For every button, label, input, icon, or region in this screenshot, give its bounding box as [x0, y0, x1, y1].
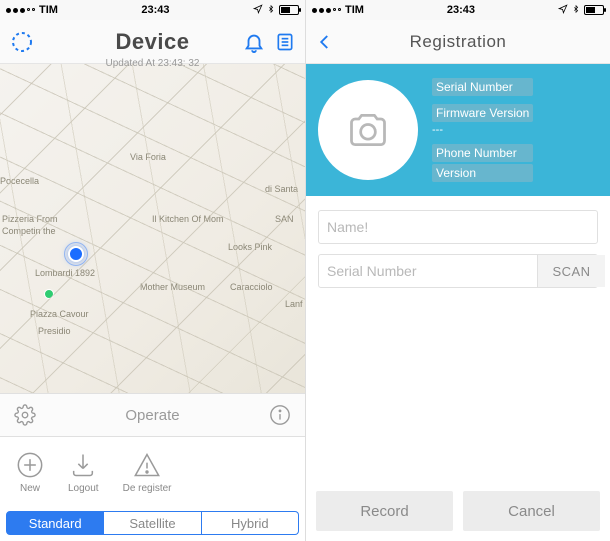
segment-hybrid[interactable]: Hybrid [202, 511, 299, 535]
bell-icon[interactable] [243, 31, 265, 53]
registration-header: Serial Number Firmware Version --- Phone… [306, 64, 610, 196]
device-photo-button[interactable] [318, 80, 418, 180]
list-icon[interactable] [275, 31, 295, 53]
footer-buttons: Record Cancel [306, 481, 610, 541]
current-location-dot-icon [68, 246, 84, 262]
logout-label: Logout [68, 483, 99, 494]
status-bar: TIM 23:43 [0, 0, 305, 20]
firmware-version-label: Firmware Version [432, 104, 533, 122]
version-label: Version [432, 164, 533, 182]
battery-icon [584, 5, 604, 15]
cancel-button[interactable]: Cancel [463, 491, 600, 531]
phone-number-label: Phone Number [432, 144, 533, 162]
map-label: Lanf [285, 299, 303, 309]
download-icon [69, 451, 97, 479]
scan-button[interactable]: SCAN [537, 255, 605, 287]
battery-icon [279, 5, 299, 15]
map-label: Piazza Cavour [30, 309, 89, 319]
map-label: Via Foria [130, 152, 166, 162]
map-type-segmented: Standard Satellite Hybrid [0, 507, 305, 541]
camera-icon [346, 108, 390, 152]
serial-input[interactable] [327, 263, 537, 279]
map-label: Mother Museum [140, 282, 205, 292]
serial-number-label: Serial Number [432, 78, 533, 96]
nav-bar: Registration [306, 20, 610, 64]
bluetooth-icon [572, 3, 580, 18]
bottom-actions: New Logout De register [0, 437, 305, 507]
deregister-button[interactable]: De register [123, 451, 172, 494]
plus-circle-icon [16, 451, 44, 479]
operate-bar: Operate [0, 393, 305, 437]
refresh-icon[interactable] [10, 30, 34, 54]
logout-button[interactable]: Logout [68, 451, 99, 494]
page-title: Registration [306, 32, 610, 52]
registration-form: SCAN [306, 196, 610, 302]
map-label: Caracciolo [230, 282, 273, 292]
map-label: Lombardi 1892 [35, 268, 95, 278]
name-field[interactable] [318, 210, 598, 244]
signal-dots-icon [312, 8, 341, 13]
carrier-label: TIM [345, 4, 364, 16]
map-label: SAN [275, 214, 294, 224]
info-icon[interactable] [269, 404, 291, 426]
gear-icon[interactable] [14, 404, 36, 426]
location-arrow-icon [558, 4, 568, 17]
deregister-label: De register [123, 483, 172, 494]
map-label: Pizzeria From [2, 214, 58, 224]
bluetooth-icon [267, 3, 275, 18]
device-screen: TIM 23:43 Device Updated At 23:43: 32 [0, 0, 305, 541]
record-button[interactable]: Record [316, 491, 453, 531]
status-time: 23:43 [141, 4, 169, 16]
carrier-label: TIM [39, 4, 58, 16]
warning-triangle-icon [133, 451, 161, 479]
serial-field[interactable]: SCAN [318, 254, 598, 288]
firmware-version-value: --- [432, 124, 533, 136]
map-label: di Santa [265, 184, 298, 194]
map-label: Presidio [38, 326, 71, 336]
map-label: Il Kitchen Of Mom [152, 214, 224, 224]
map-label: Pocecella [0, 176, 39, 186]
registration-screen: TIM 23:43 Registration Seria [305, 0, 610, 541]
operate-label[interactable]: Operate [36, 407, 269, 424]
segment-standard[interactable]: Standard [6, 511, 104, 535]
device-info: Serial Number Firmware Version --- Phone… [432, 78, 533, 182]
back-icon[interactable] [316, 30, 334, 54]
location-arrow-icon [253, 4, 263, 17]
new-button[interactable]: New [16, 451, 44, 494]
segment-satellite[interactable]: Satellite [104, 511, 201, 535]
status-bar: TIM 23:43 [306, 0, 610, 20]
nav-bar: Device Updated At 23:43: 32 [0, 20, 305, 64]
signal-dots-icon [6, 8, 35, 13]
map-label: Competin the [2, 226, 56, 236]
poi-dot-icon [44, 289, 54, 299]
status-time: 23:43 [447, 4, 475, 16]
map-view[interactable]: Via Foria Il Kitchen Of Mom Looks Pink L… [0, 64, 305, 393]
map-label: Looks Pink [228, 242, 272, 252]
new-label: New [20, 483, 40, 494]
name-input[interactable] [327, 219, 589, 235]
